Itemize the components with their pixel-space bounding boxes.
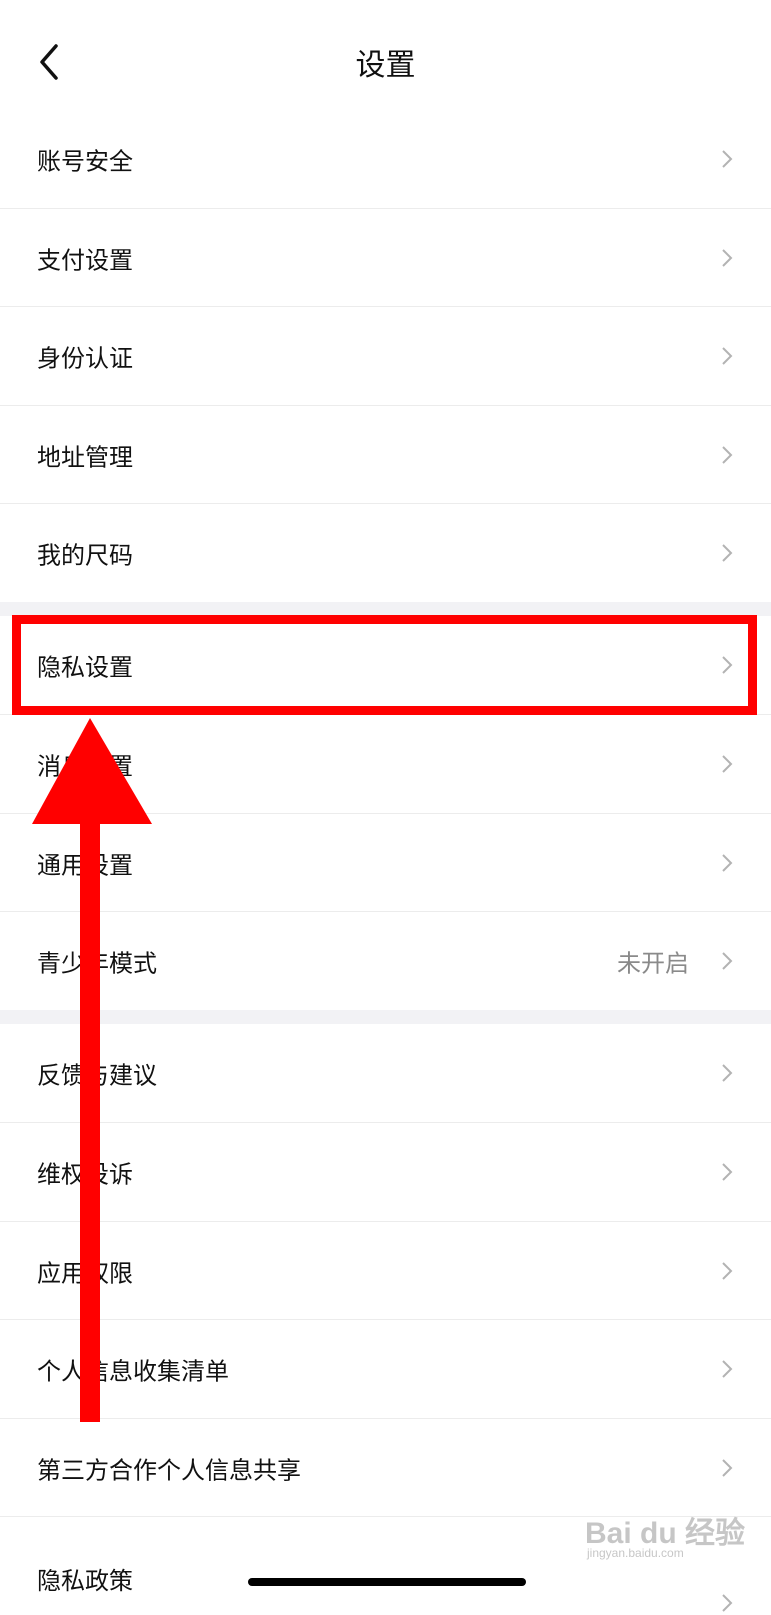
settings-item-label: 青少年模式: [37, 949, 157, 978]
group-separator: [0, 1010, 771, 1024]
chevron-right-icon: [722, 1064, 733, 1082]
group-separator: [0, 602, 771, 616]
home-indicator[interactable]: [248, 1578, 526, 1586]
settings-item-my-size[interactable]: 我的尺码: [0, 504, 771, 602]
settings-item-label: 个人信息收集清单: [37, 1357, 229, 1386]
settings-item-label: 第三方合作个人信息共享: [37, 1456, 301, 1484]
settings-item-account-security[interactable]: 账号安全: [0, 110, 771, 208]
chevron-right-icon: [722, 853, 733, 872]
settings-item-feedback[interactable]: 反馈与建议: [0, 1024, 771, 1122]
chevron-right-icon: [722, 1163, 733, 1181]
chevron-right-icon: [722, 1261, 733, 1280]
chevron-right-icon: [722, 248, 733, 267]
settings-item-identity[interactable]: 身份认证: [0, 307, 771, 405]
teen-mode-status: 未开启: [617, 949, 689, 978]
settings-item-app-permissions[interactable]: 应用权限: [0, 1222, 771, 1319]
settings-item-privacy-policy[interactable]: 隐私政策: [0, 1517, 771, 1615]
settings-item-address[interactable]: 地址管理: [0, 406, 771, 503]
settings-item-label: 反馈与建议: [37, 1061, 157, 1090]
nav-bar: 设置: [0, 0, 771, 118]
settings-item-label: 消息设置: [37, 752, 133, 781]
settings-item-label: 隐私设置: [37, 653, 133, 682]
chevron-right-icon: [722, 755, 733, 773]
settings-item-general[interactable]: 通用设置: [0, 814, 771, 911]
chevron-right-icon: [722, 656, 733, 674]
settings-item-label: 我的尺码: [37, 541, 133, 570]
chevron-right-icon: [722, 1594, 733, 1612]
settings-item-payment[interactable]: 支付设置: [0, 209, 771, 306]
settings-item-privacy[interactable]: 隐私设置: [0, 616, 771, 714]
chevron-right-icon: [722, 1458, 733, 1477]
settings-item-third-party-sharing[interactable]: 第三方合作个人信息共享: [0, 1419, 771, 1516]
settings-item-label: 隐私政策: [37, 1567, 133, 1595]
settings-item-label: 维权投诉: [37, 1160, 133, 1189]
page-title: 设置: [355, 48, 416, 83]
settings-item-messages[interactable]: 消息设置: [0, 715, 771, 813]
settings-item-label: 通用设置: [37, 851, 133, 879]
chevron-right-icon: [722, 150, 733, 168]
settings-item-label: 应用权限: [37, 1259, 133, 1287]
settings-item-label: 地址管理: [37, 443, 133, 471]
settings-item-teen-mode[interactable]: 青少年模式 未开启: [0, 912, 771, 1010]
settings-item-label: 账号安全: [37, 147, 133, 176]
settings-item-label: 支付设置: [37, 246, 133, 274]
settings-item-complaints[interactable]: 维权投诉: [0, 1123, 771, 1221]
settings-item-personal-info-list[interactable]: 个人信息收集清单: [0, 1320, 771, 1418]
chevron-right-icon: [722, 952, 733, 970]
chevron-right-icon: [722, 1360, 733, 1378]
chevron-right-icon: [722, 445, 733, 464]
settings-item-label: 身份认证: [37, 344, 133, 373]
chevron-right-icon: [722, 544, 733, 562]
chevron-right-icon: [722, 347, 733, 365]
